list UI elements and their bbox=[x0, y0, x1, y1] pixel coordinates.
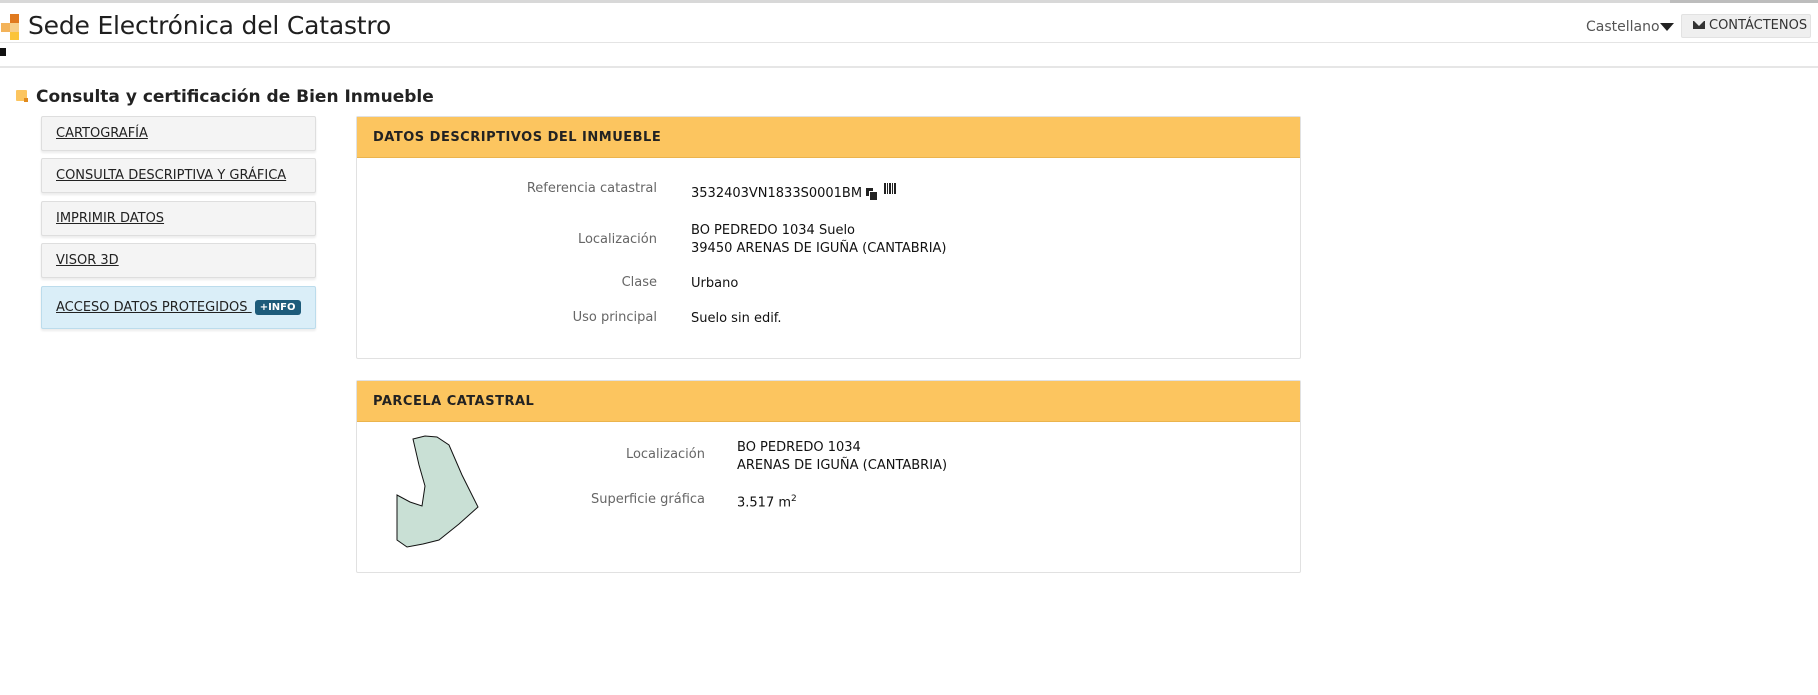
clase-value: Urbano bbox=[691, 276, 739, 291]
envelope-icon bbox=[1693, 21, 1705, 29]
parcela-panel-title: PARCELA CATASTRAL bbox=[373, 394, 535, 409]
sidebar-item-imprimir[interactable]: IMPRIMIR DATOS bbox=[41, 201, 316, 236]
uso-principal-label: Uso principal bbox=[572, 310, 657, 325]
barcode-icon[interactable] bbox=[884, 183, 897, 194]
header-separator bbox=[0, 66, 1818, 68]
sidebar-item-consulta[interactable]: CONSULTA DESCRIPTIVA Y GRÁFICA bbox=[41, 158, 316, 193]
info-badge[interactable]: +INFO bbox=[254, 300, 301, 315]
copy-icon[interactable] bbox=[866, 188, 879, 201]
ref-catastral-label: Referencia catastral bbox=[526, 181, 657, 196]
parcela-panel-header: PARCELA CATASTRAL bbox=[357, 381, 1300, 422]
sidebar-link-consulta[interactable]: CONSULTA DESCRIPTIVA Y GRÁFICA bbox=[56, 168, 286, 183]
catastro-logo-icon[interactable] bbox=[0, 14, 22, 40]
parcela-localizacion-line2: ARENAS DE IGUÑA (CANTABRIA) bbox=[737, 458, 948, 473]
printer-icon bbox=[0, 48, 6, 56]
localizacion-line1: BO PEDREDO 1034 Suelo bbox=[691, 223, 856, 238]
sidebar-item-visor-3d[interactable]: VISOR 3D bbox=[41, 243, 316, 278]
language-selector[interactable]: Castellano bbox=[1586, 19, 1660, 35]
datos-panel-title: DATOS DESCRIPTIVOS DEL INMUEBLE bbox=[373, 130, 662, 145]
superficie-number: 3.517 m bbox=[737, 495, 792, 511]
parcela-shape-map[interactable] bbox=[387, 429, 537, 569]
datos-panel-header: DATOS DESCRIPTIVOS DEL INMUEBLE bbox=[357, 117, 1300, 158]
caret-down-icon[interactable] bbox=[1660, 23, 1674, 31]
page-title: Consulta y certificación de Bien Inmuebl… bbox=[36, 87, 434, 107]
parcela-localizacion-label: Localización bbox=[625, 447, 705, 462]
site-title[interactable]: Sede Electrónica del Catastro bbox=[28, 11, 391, 40]
localizacion-label: Localización bbox=[577, 232, 657, 247]
parcela-localizacion-line1: BO PEDREDO 1034 bbox=[737, 440, 861, 455]
ref-catastral-text[interactable]: 3532403VN1833S0001BM bbox=[691, 186, 862, 201]
contact-button[interactable]: CONTÁCTENOS bbox=[1681, 14, 1811, 38]
sidebar-link-acceso-protegido[interactable]: ACCESO DATOS PROTEGIDOS +INFO bbox=[56, 300, 301, 315]
contact-button-label: CONTÁCTENOS bbox=[1709, 18, 1808, 33]
sidebar-item-acceso-protegido[interactable]: ACCESO DATOS PROTEGIDOS +INFO bbox=[41, 286, 316, 329]
superficie-value: 3.517 m2 bbox=[737, 491, 797, 511]
site-header: Sede Electrónica del Catastro Castellano… bbox=[0, 3, 1818, 43]
ref-catastral-value: 3532403VN1833S0001BM bbox=[691, 185, 879, 202]
sidebar-link-visor-3d[interactable]: VISOR 3D bbox=[56, 253, 119, 268]
square-bullet-accent bbox=[24, 98, 28, 102]
datos-descriptivos-panel: DATOS DESCRIPTIVOS DEL INMUEBLE Referenc… bbox=[356, 116, 1301, 359]
clase-label: Clase bbox=[621, 275, 657, 290]
superficie-exponent: 2 bbox=[791, 494, 797, 504]
localizacion-line2: 39450 ARENAS DE IGUÑA (CANTABRIA) bbox=[691, 241, 947, 256]
parcela-catastral-panel: PARCELA CATASTRAL Localización BO PEDRED… bbox=[356, 380, 1301, 573]
uso-principal-value: Suelo sin edif. bbox=[691, 311, 782, 326]
sidebar-link-label: ACCESO DATOS PROTEGIDOS bbox=[56, 300, 248, 315]
sidebar-link-cartografia[interactable]: CARTOGRAFÍA bbox=[56, 126, 148, 141]
superficie-label: Superficie gráfica bbox=[590, 492, 705, 507]
sidebar-link-imprimir[interactable]: IMPRIMIR DATOS bbox=[56, 211, 164, 226]
sidebar-item-cartografia[interactable]: CARTOGRAFÍA bbox=[41, 116, 316, 151]
